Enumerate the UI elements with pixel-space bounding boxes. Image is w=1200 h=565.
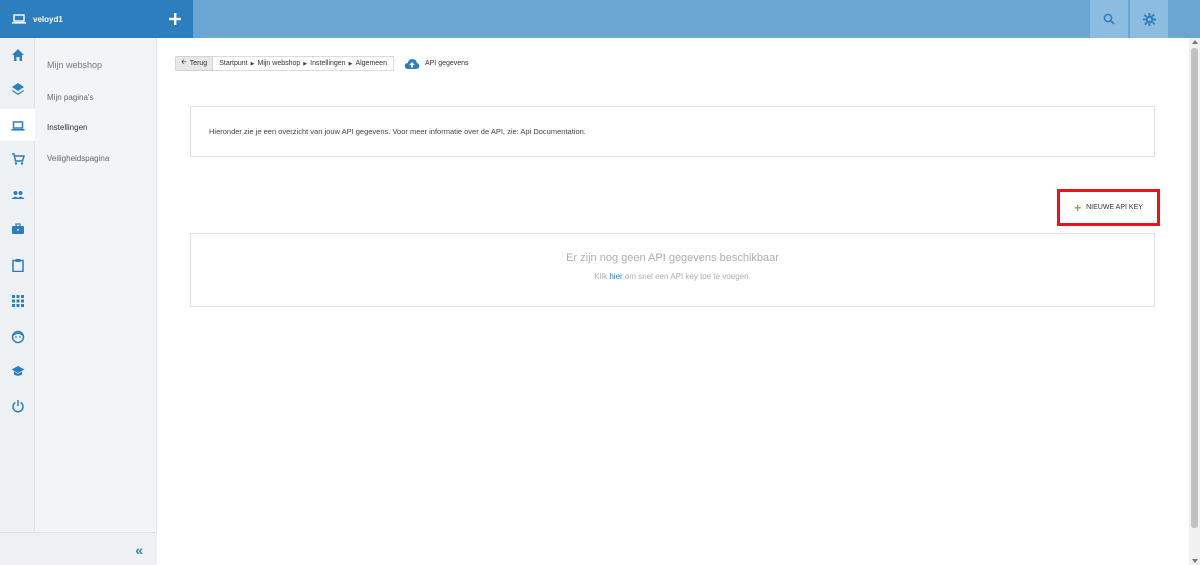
icon-rail [0, 38, 35, 565]
nav-face[interactable] [0, 326, 35, 348]
empty-state: Er zijn nog geen API gegevens beschikbaa… [190, 233, 1155, 307]
submenu-item-security[interactable]: Veiligheidspagina [47, 154, 109, 163]
briefcase-icon [11, 223, 24, 234]
workspace-selector[interactable]: veloyd1 [0, 0, 157, 38]
info-box: Hieronder zie je een overzicht van jouw … [190, 106, 1155, 157]
submenu-item-settings[interactable]: Instellingen [47, 123, 87, 132]
search-icon [1103, 13, 1115, 25]
home-icon [11, 49, 24, 61]
add-button[interactable] [157, 0, 193, 38]
apps-grid-icon [11, 295, 24, 307]
back-button[interactable]: 🡨 Terug [175, 56, 214, 71]
power-icon [11, 400, 24, 413]
highlight-box: + NIEUWE API KEY [1057, 189, 1160, 226]
breadcrumb-item[interactable]: Algemeen [355, 60, 387, 67]
smiley-icon [11, 330, 24, 344]
breadcrumb-path: Startpunt ▶ Mijn webshop ▶ Instellingen … [213, 56, 394, 71]
current-page-label: API gegevens [424, 60, 469, 67]
nav-logout[interactable] [0, 395, 35, 417]
nav-webshop[interactable] [0, 109, 35, 141]
scroll-up-icon[interactable] [1192, 40, 1198, 44]
breadcrumb-item[interactable]: Instellingen [310, 60, 345, 67]
graduation-cap-icon [11, 366, 24, 376]
gear-icon [1142, 12, 1156, 26]
breadcrumb-item[interactable]: Startpunt [219, 60, 247, 67]
settings-button[interactable] [1130, 0, 1168, 38]
empty-state-suffix: om snel een API key toe te voegen. [624, 272, 751, 281]
submenu: Mijn webshop Mijn pagina's Instellingen … [35, 38, 157, 565]
clipboard-icon [11, 259, 24, 272]
scrollbar[interactable] [1189, 38, 1200, 565]
new-api-key-button[interactable]: + NIEUWE API KEY [1074, 200, 1143, 215]
collapse-bar: « [0, 532, 157, 565]
plus-icon: + [1074, 200, 1082, 215]
nav-home[interactable] [0, 44, 35, 66]
caret-right-icon: ▶ [250, 60, 255, 67]
collapse-icon[interactable]: « [135, 542, 143, 558]
new-api-key-label: NIEUWE API KEY [1086, 204, 1143, 211]
nav-users[interactable] [0, 184, 35, 206]
plus-icon [169, 13, 181, 25]
empty-state-subtitle: Klik hier om snel een API key toe te voe… [191, 272, 1154, 281]
submenu-item-pages[interactable]: Mijn pagina's [47, 93, 93, 102]
nav-education[interactable] [0, 360, 35, 382]
cloud-upload-icon [404, 58, 420, 69]
breadcrumb-current: API gegevens [404, 58, 469, 70]
arrow-left-icon: 🡨 [181, 59, 187, 66]
caret-right-icon: ▶ [348, 60, 353, 67]
add-key-link[interactable]: hier [609, 272, 622, 281]
users-icon [11, 191, 24, 199]
info-text: Hieronder zie je een overzicht van jouw … [209, 127, 586, 136]
submenu-header: Mijn webshop [47, 60, 103, 70]
empty-state-prefix: Klik [594, 272, 608, 281]
scroll-down-icon[interactable] [1192, 559, 1198, 563]
layers-icon [11, 83, 24, 95]
nav-layers[interactable] [0, 78, 35, 100]
laptop-icon [12, 14, 26, 24]
breadcrumb: 🡨 Terug Startpunt ▶ Mijn webshop ▶ Inste… [175, 56, 469, 71]
empty-state-title: Er zijn nog geen API gegevens beschikbaa… [566, 252, 779, 264]
nav-cart[interactable] [0, 148, 35, 170]
cart-icon [11, 153, 25, 165]
workspace-name: veloyd1 [33, 14, 63, 24]
scroll-thumb[interactable] [1191, 48, 1198, 528]
search-button[interactable] [1090, 0, 1128, 38]
nav-clipboard[interactable] [0, 254, 35, 276]
nav-business[interactable] [0, 218, 35, 240]
back-label: Terug [189, 60, 208, 67]
breadcrumb-item[interactable]: Mijn webshop [257, 60, 300, 67]
nav-apps[interactable] [0, 290, 35, 312]
caret-right-icon: ▶ [303, 60, 308, 67]
laptop-icon [11, 121, 24, 131]
